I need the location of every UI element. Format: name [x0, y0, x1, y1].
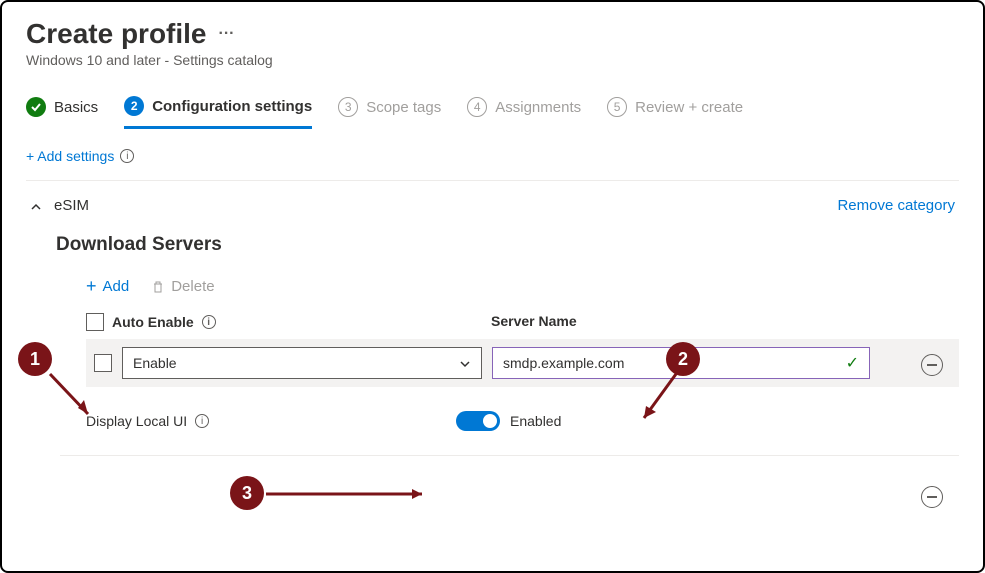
info-icon[interactable]: i: [120, 149, 134, 163]
toggle-knob: [483, 414, 497, 428]
step-basics[interactable]: Basics: [26, 97, 98, 127]
chevron-up-icon: [30, 200, 42, 212]
collapse-local-ui-button[interactable]: [921, 486, 943, 508]
dropdown-value: Enable: [133, 355, 177, 371]
info-icon[interactable]: i: [195, 414, 209, 428]
more-icon[interactable]: ···: [219, 25, 235, 43]
step-scope-tags[interactable]: 3 Scope tags: [338, 97, 441, 127]
annotation-3: 3: [230, 476, 264, 510]
subsection-title: Download Servers: [56, 234, 959, 256]
chevron-down-icon: [459, 357, 471, 369]
add-settings-link[interactable]: + Add settings: [26, 148, 114, 164]
add-label: Add: [103, 278, 130, 295]
collapse-servers-button[interactable]: [921, 354, 943, 376]
toggle-state: Enabled: [510, 413, 561, 429]
check-icon: [26, 97, 46, 117]
step-label: Basics: [54, 99, 98, 116]
title-text: Create profile: [26, 18, 207, 50]
info-icon[interactable]: i: [202, 315, 216, 329]
divider: [60, 455, 959, 456]
delete-label: Delete: [171, 278, 214, 295]
add-button[interactable]: + Add: [86, 276, 129, 297]
step-label: Configuration settings: [152, 98, 312, 115]
column-server-name: Server Name: [491, 313, 577, 331]
step-number: 5: [607, 97, 627, 117]
display-local-ui-toggle[interactable]: [456, 411, 500, 431]
divider: [26, 180, 959, 181]
trash-icon: [151, 280, 165, 294]
server-name-value: smdp.example.com: [503, 355, 624, 371]
step-number: 2: [124, 96, 144, 116]
remove-category-link[interactable]: Remove category: [837, 197, 955, 214]
step-configuration-settings[interactable]: 2 Configuration settings: [124, 96, 312, 129]
column-auto-enable: Auto Enable: [112, 314, 194, 330]
select-all-checkbox[interactable]: [86, 313, 104, 331]
server-name-input[interactable]: smdp.example.com ✓: [492, 347, 870, 379]
page-subtitle: Windows 10 and later - Settings catalog: [26, 52, 959, 68]
server-row: Enable smdp.example.com ✓: [86, 339, 959, 387]
step-number: 4: [467, 97, 487, 117]
delete-button: Delete: [151, 278, 214, 295]
valid-check-icon: ✓: [846, 353, 859, 373]
step-assignments[interactable]: 4 Assignments: [467, 97, 581, 127]
page-title: Create profile ···: [26, 18, 959, 50]
step-review-create[interactable]: 5 Review + create: [607, 97, 743, 127]
auto-enable-dropdown[interactable]: Enable: [122, 347, 482, 379]
step-label: Review + create: [635, 99, 743, 116]
row-checkbox[interactable]: [94, 354, 112, 372]
plus-icon: +: [86, 276, 97, 297]
annotation-arrow-3: [264, 486, 434, 506]
step-label: Assignments: [495, 99, 581, 116]
section-name: eSIM: [54, 197, 89, 214]
display-local-ui-label: Display Local UI: [86, 413, 187, 429]
step-number: 3: [338, 97, 358, 117]
step-label: Scope tags: [366, 99, 441, 116]
wizard-steps: Basics 2 Configuration settings 3 Scope …: [26, 96, 959, 128]
section-toggle-esim[interactable]: eSIM: [30, 197, 89, 214]
